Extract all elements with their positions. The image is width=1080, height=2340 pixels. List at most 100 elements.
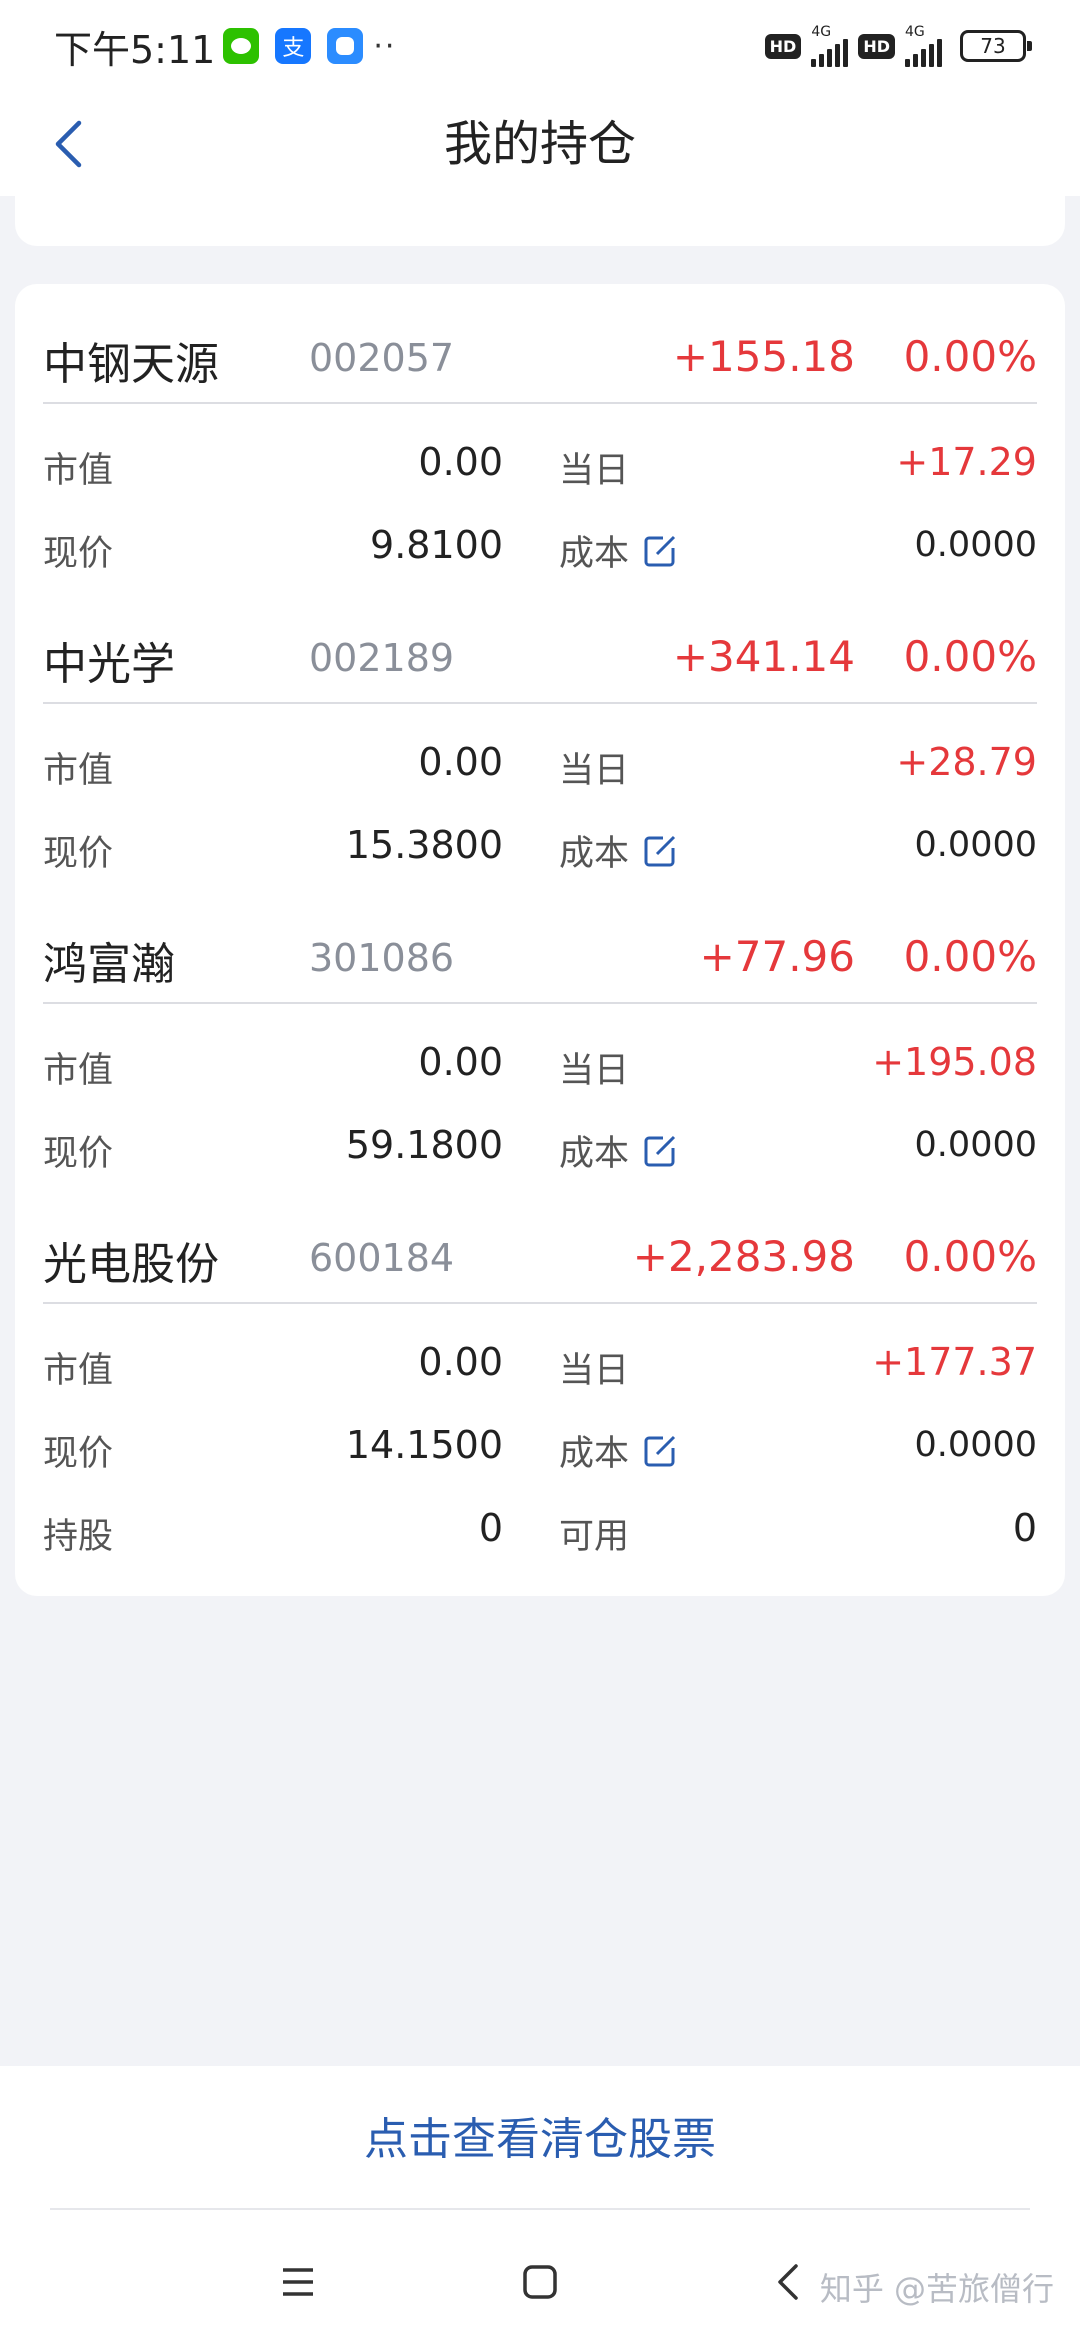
profit-loss-percent: 0.00% xyxy=(903,632,1037,681)
holding-details: 市值 0.00 当日 +177.37 现价 14.1500 成本 0.0000 持股 0 可用 0 xyxy=(43,1324,1037,1573)
price-label: 现价 xyxy=(43,834,114,874)
profit-loss-amount: +2,283.98 xyxy=(632,1232,855,1281)
market-value: 0.00 xyxy=(418,1040,503,1084)
profit-loss-amount: +77.96 xyxy=(699,932,855,981)
app-icon xyxy=(327,28,364,64)
stock-code: 002189 xyxy=(309,636,455,680)
divider xyxy=(50,2208,1030,2210)
partial-holding-card xyxy=(15,196,1065,246)
wechat-icon xyxy=(223,28,260,64)
profit-loss-amount: +341.14 xyxy=(672,632,855,681)
cost-value: 0.0000 xyxy=(914,1125,1037,1165)
battery-icon: 73 xyxy=(960,30,1032,62)
price-label: 现价 xyxy=(43,1434,114,1474)
market-value: 0.00 xyxy=(418,1340,503,1384)
stock-name: 中钢天源 xyxy=(43,339,219,390)
cost-label-group[interactable]: 成本 xyxy=(559,825,677,876)
holding-header: 中光学 002189 +341.14 0.00% xyxy=(43,584,1037,704)
holding-header: 光电股份 600184 +2,283.98 0.00% xyxy=(43,1184,1037,1304)
current-price: 59.1800 xyxy=(345,1123,503,1167)
cost-value: 0.0000 xyxy=(914,825,1037,865)
price-label: 现价 xyxy=(43,534,114,574)
profit-loss-amount: +155.18 xyxy=(672,332,855,381)
system-nav-bar: 知乎 @苦旅僧行 xyxy=(0,2204,1080,2340)
holdings-list[interactable]: 中钢天源 002057 +155.18 0.00% 市值 0.00 当日 +17.29 现价 9.… xyxy=(0,196,1080,2066)
profit-loss-percent: 0.00% xyxy=(903,932,1037,981)
available-value: 0 xyxy=(1012,1506,1037,1550)
detail-row: 现价 59.1800 成本 0.0000 xyxy=(43,1107,1037,1190)
stock-name: 鸿富瀚 xyxy=(43,939,175,990)
detail-row: 市值 0.00 当日 +17.29 xyxy=(43,424,1037,507)
app-screen: 下午5:11 支 ·· HD 4G HD 4G 73 我的持仓 中钢天源 002… xyxy=(0,0,1080,2340)
market-value-label: 市值 xyxy=(43,451,114,491)
watermark: 知乎 @苦旅僧行 xyxy=(819,2270,1054,2308)
menu-icon xyxy=(283,2268,313,2296)
cost-label-group[interactable]: 成本 xyxy=(559,525,677,576)
edit-cost-icon[interactable] xyxy=(643,1434,677,1468)
more-notifications-icon: ·· xyxy=(373,28,397,64)
market-value-label: 市值 xyxy=(43,751,114,791)
available-label: 可用 xyxy=(559,1517,630,1557)
market-value-label: 市值 xyxy=(43,1051,114,1091)
today-pl-value: +177.37 xyxy=(872,1340,1037,1384)
system-back-button[interactable] xyxy=(766,2260,810,2304)
cost-value: 0.0000 xyxy=(914,1425,1037,1465)
nav-bar: 我的持仓 xyxy=(0,92,1080,196)
current-price: 15.3800 xyxy=(345,823,503,867)
page-title: 我的持仓 xyxy=(443,116,636,172)
hd-badge: HD xyxy=(858,33,895,59)
today-pl-value: +17.29 xyxy=(896,440,1037,484)
price-label: 现价 xyxy=(43,1134,114,1174)
today-pl-label: 当日 xyxy=(559,451,630,491)
profit-loss-percent: 0.00% xyxy=(903,1232,1037,1281)
detail-row: 市值 0.00 当日 +195.08 xyxy=(43,1024,1037,1107)
detail-row: 持股 0 可用 0 xyxy=(43,1490,1037,1573)
stock-name: 光电股份 xyxy=(43,1239,219,1290)
market-value: 0.00 xyxy=(418,440,503,484)
notification-apps: 支 xyxy=(223,28,364,64)
today-pl-label: 当日 xyxy=(559,1051,630,1091)
current-price: 9.8100 xyxy=(370,523,503,567)
cost-value: 0.0000 xyxy=(914,525,1037,565)
edit-cost-icon[interactable] xyxy=(643,1134,677,1168)
stock-code: 301086 xyxy=(309,936,455,980)
cost-label: 成本 xyxy=(559,1134,630,1174)
cost-label: 成本 xyxy=(559,834,630,874)
detail-row: 现价 9.8100 成本 0.0000 xyxy=(43,507,1037,590)
alipay-icon: 支 xyxy=(275,28,312,64)
detail-row: 现价 15.3800 成本 0.0000 xyxy=(43,807,1037,890)
status-indicators: HD 4G HD 4G 73 xyxy=(764,25,1032,67)
status-bar: 下午5:11 支 ·· HD 4G HD 4G 73 xyxy=(0,0,1080,92)
holding-header: 中钢天源 002057 +155.18 0.00% xyxy=(43,284,1037,404)
today-pl-label: 当日 xyxy=(559,1351,630,1391)
signal-icon: 4G xyxy=(905,25,942,67)
detail-row: 市值 0.00 当日 +177.37 xyxy=(43,1324,1037,1407)
cost-label: 成本 xyxy=(559,1434,630,1474)
cleared-stocks-link-label: 点击查看清仓股票 xyxy=(364,2114,716,2165)
home-icon xyxy=(523,2265,557,2299)
shares-label: 持股 xyxy=(43,1517,114,1557)
current-price: 14.1500 xyxy=(345,1423,503,1467)
back-icon xyxy=(778,2264,798,2300)
edit-cost-icon[interactable] xyxy=(643,534,677,568)
menu-button[interactable] xyxy=(276,2260,320,2304)
cost-label-group[interactable]: 成本 xyxy=(559,1125,677,1176)
today-pl-value: +28.79 xyxy=(896,740,1037,784)
status-time: 下午5:11 xyxy=(54,27,216,72)
stock-name: 中光学 xyxy=(43,639,175,690)
profit-loss-percent: 0.00% xyxy=(903,332,1037,381)
edit-cost-icon[interactable] xyxy=(643,834,677,868)
cost-label-group[interactable]: 成本 xyxy=(559,1425,677,1476)
holding-header: 鸿富瀚 301086 +77.96 0.00% xyxy=(43,884,1037,1004)
shares-value: 0 xyxy=(478,1506,503,1550)
market-value-label: 市值 xyxy=(43,1351,114,1391)
signal-icon: 4G xyxy=(811,25,849,67)
cost-label: 成本 xyxy=(559,534,630,574)
market-value: 0.00 xyxy=(418,740,503,784)
home-button[interactable] xyxy=(518,2260,562,2304)
today-pl-value: +195.08 xyxy=(872,1040,1037,1084)
holding-card[interactable]: 光电股份 600184 +2,283.98 0.00% 市值 0.00 当日 +177.37 现… xyxy=(15,1184,1065,1596)
cleared-stocks-link[interactable]: 点击查看清仓股票 xyxy=(0,2066,1080,2204)
stock-code: 002057 xyxy=(309,336,455,380)
today-pl-label: 当日 xyxy=(559,751,630,791)
